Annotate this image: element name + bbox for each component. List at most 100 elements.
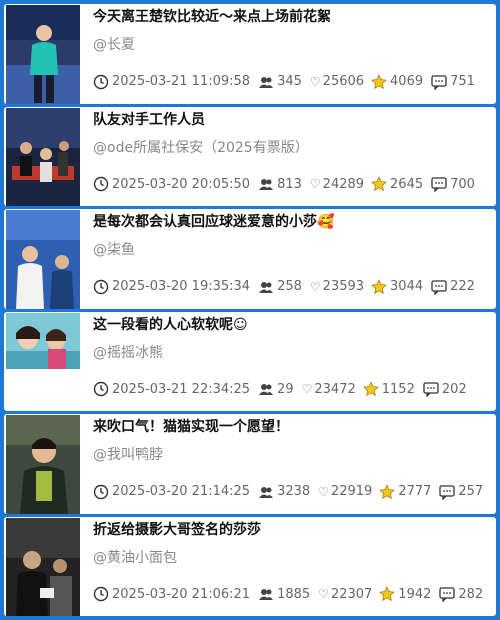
post-stars-count: 3044 bbox=[390, 279, 424, 294]
post-title[interactable]: 是每次都会认真回应球迷爱意的小莎🥰 bbox=[93, 213, 496, 233]
post-time-text: 2025-03-21 22:34:25 bbox=[112, 381, 251, 397]
post-title[interactable]: 来吹口气！猫猫实现一个愿望！ bbox=[93, 418, 496, 438]
users-icon bbox=[259, 384, 274, 395]
post-comments[interactable]: 751 bbox=[431, 74, 475, 90]
post-comments[interactable]: 282 bbox=[439, 586, 483, 602]
post-views-count: 3238 bbox=[277, 484, 311, 499]
post-views: 29 bbox=[258, 381, 294, 397]
post-thumbnail[interactable] bbox=[6, 107, 80, 206]
post-comments-count: 751 bbox=[450, 74, 475, 89]
post-likes-count: 25606 bbox=[322, 74, 365, 89]
post-thumbnail[interactable] bbox=[6, 415, 80, 514]
post-author[interactable]: @ode所属社保安（2025有票版） bbox=[93, 139, 496, 157]
star-icon bbox=[371, 278, 387, 294]
post-views: 345 bbox=[258, 74, 302, 90]
post-title[interactable]: 这一段看的人心软软呢☺ bbox=[93, 316, 496, 336]
post-card[interactable]: 队友对手工作人员 @ode所属社保安（2025有票版） 2025-03-20 2… bbox=[4, 106, 496, 206]
post-card[interactable]: 今天离王楚钦比较近～来点上场前花絮 @长夏 2025-03-21 11:09:5… bbox=[4, 4, 496, 104]
post-time: 2025-03-20 19:35:34 bbox=[93, 279, 250, 295]
star-icon bbox=[371, 176, 387, 191]
post-stars[interactable]: 4069 bbox=[371, 73, 423, 90]
post-thumbnail[interactable] bbox=[6, 210, 80, 309]
post-time: 2025-03-21 22:34:25 bbox=[93, 381, 250, 397]
users-icon bbox=[259, 589, 274, 600]
post-stars[interactable]: 3044 bbox=[371, 278, 424, 295]
post-time: 2025-03-20 21:14:25 bbox=[93, 484, 250, 500]
post-title[interactable]: 队友对手工作人员 bbox=[93, 111, 496, 131]
post-views: 258 bbox=[258, 279, 302, 295]
heart-icon: ♡ bbox=[318, 587, 329, 601]
post-meta: 2025-03-20 19:35:34 258 ♡ 23593 3044 222 bbox=[93, 278, 483, 295]
post-thumbnail[interactable] bbox=[6, 517, 80, 616]
post-stars[interactable]: 1152 bbox=[362, 381, 415, 397]
heart-icon: ♡ bbox=[309, 74, 321, 89]
comment-icon bbox=[439, 484, 456, 500]
post-likes[interactable]: ♡ 23593 bbox=[310, 279, 364, 294]
post-author[interactable]: @柒鱼 bbox=[93, 241, 496, 259]
post-time-text: 2025-03-20 19:35:34 bbox=[112, 279, 251, 294]
post-likes-count: 23472 bbox=[314, 381, 356, 397]
post-thumbnail[interactable] bbox=[6, 312, 80, 369]
post-likes[interactable]: ♡ 24289 bbox=[310, 177, 364, 192]
post-card[interactable]: 折返给摄影大哥签名的莎莎 @黄油小面包 2025-03-20 21:06:21 … bbox=[4, 516, 496, 616]
star-icon bbox=[362, 381, 379, 396]
post-comments[interactable]: 257 bbox=[439, 484, 483, 500]
post-comments-count: 282 bbox=[458, 586, 484, 602]
post-likes-count: 22307 bbox=[330, 586, 373, 602]
post-comments-count: 257 bbox=[458, 484, 484, 499]
post-likes[interactable]: ♡ 22919 bbox=[318, 484, 372, 499]
post-time-text: 2025-03-20 21:14:25 bbox=[112, 484, 251, 499]
users-icon bbox=[259, 76, 274, 88]
post-stars-count: 1942 bbox=[398, 586, 432, 602]
post-views-count: 813 bbox=[277, 176, 302, 192]
post-meta: 2025-03-20 21:14:25 3238 ♡ 22919 2777 25… bbox=[93, 483, 491, 500]
post-title[interactable]: 今天离王楚钦比较近～来点上场前花絮 bbox=[93, 8, 496, 28]
post-title[interactable]: 折返给摄影大哥签名的莎莎 bbox=[93, 521, 496, 541]
post-time-text: 2025-03-20 20:05:50 bbox=[112, 176, 251, 192]
post-comments[interactable]: 222 bbox=[431, 279, 475, 295]
post-views-count: 258 bbox=[277, 279, 302, 294]
post-likes[interactable]: ♡ 22307 bbox=[318, 587, 372, 602]
comment-icon bbox=[431, 279, 447, 295]
post-comments-count: 202 bbox=[441, 381, 467, 397]
post-stars[interactable]: 2777 bbox=[379, 483, 432, 500]
post-likes[interactable]: ♡ 23472 bbox=[302, 382, 356, 397]
post-author[interactable]: @黄油小面包 bbox=[93, 549, 496, 567]
post-author[interactable]: @摇摇冰熊 bbox=[93, 344, 496, 362]
post-thumbnail[interactable] bbox=[6, 5, 80, 104]
post-comments[interactable]: 700 bbox=[431, 176, 475, 192]
users-icon bbox=[259, 179, 274, 190]
post-time-text: 2025-03-21 11:09:58 bbox=[112, 74, 251, 89]
comment-icon bbox=[439, 587, 456, 602]
post-time: 2025-03-20 20:05:50 bbox=[93, 176, 250, 192]
post-author[interactable]: @我叫鸭脖 bbox=[93, 446, 496, 464]
heart-icon: ♡ bbox=[309, 177, 321, 191]
post-comments-count: 700 bbox=[450, 176, 475, 192]
post-stars-count: 1152 bbox=[381, 381, 415, 397]
star-icon bbox=[371, 73, 387, 89]
post-views-count: 29 bbox=[277, 381, 294, 397]
post-likes-count: 23593 bbox=[322, 279, 365, 294]
clock-icon bbox=[93, 381, 109, 397]
post-stars[interactable]: 2645 bbox=[371, 176, 423, 192]
post-comments-count: 222 bbox=[450, 279, 475, 294]
post-meta: 2025-03-20 21:06:21 1885 ♡ 22307 1942 28… bbox=[93, 586, 491, 602]
post-views-count: 1885 bbox=[277, 586, 311, 602]
post-feed: 今天离王楚钦比较近～来点上场前花絮 @长夏 2025-03-21 11:09:5… bbox=[4, 4, 496, 616]
post-likes-count: 24289 bbox=[322, 176, 365, 192]
post-card[interactable]: 来吹口气！猫猫实现一个愿望！ @我叫鸭脖 2025-03-20 21:14:25… bbox=[4, 414, 496, 514]
post-card[interactable]: 这一段看的人心软软呢☺ @摇摇冰熊 2025-03-21 22:34:25 29… bbox=[4, 311, 496, 411]
comment-icon bbox=[431, 177, 447, 192]
post-views: 3238 bbox=[258, 484, 310, 500]
post-card[interactable]: 是每次都会认真回应球迷爱意的小莎🥰 @柒鱼 2025-03-20 19:35:3… bbox=[4, 209, 496, 309]
post-views: 813 bbox=[258, 176, 302, 192]
clock-icon bbox=[93, 74, 109, 89]
clock-icon bbox=[93, 586, 109, 602]
post-comments[interactable]: 202 bbox=[423, 381, 467, 397]
post-stars-count: 2777 bbox=[398, 484, 432, 499]
post-author[interactable]: @长夏 bbox=[93, 36, 496, 54]
post-stars[interactable]: 1942 bbox=[379, 586, 431, 602]
clock-icon bbox=[93, 279, 109, 294]
post-likes[interactable]: ♡ 25606 bbox=[310, 74, 364, 89]
heart-icon: ♡ bbox=[301, 382, 313, 396]
